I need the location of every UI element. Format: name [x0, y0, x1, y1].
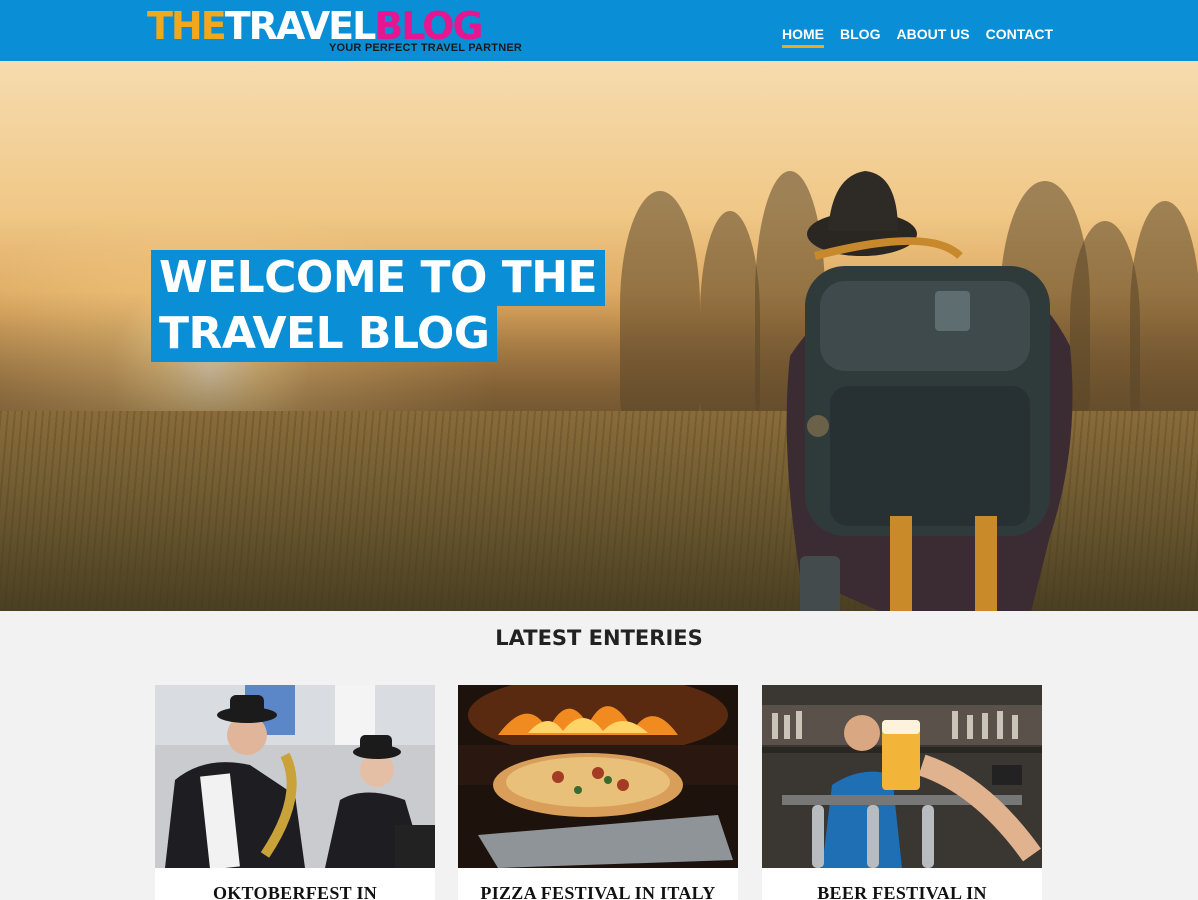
pizza-oven-image	[458, 685, 738, 868]
site-header: THETRAVELBLOG YOUR PERFECT TRAVEL PARTNE…	[0, 0, 1198, 61]
site-logo[interactable]: THETRAVELBLOG YOUR PERFECT TRAVEL PARTNE…	[147, 4, 527, 58]
nav-contact[interactable]: CONTACT	[986, 26, 1053, 48]
entry-card-beer-festival[interactable]: BEER FESTIVAL IN	[762, 685, 1042, 900]
oktoberfest-band-image	[155, 685, 435, 868]
hero-banner: WELCOME TO THE TRAVEL BLOG	[0, 61, 1198, 611]
traveler-with-backpack-image	[786, 171, 1073, 611]
entry-card-title[interactable]: OKTOBERFEST IN	[155, 883, 435, 900]
bartender-beer-image	[762, 685, 1042, 868]
hero-title-line1: WELCOME TO THE	[151, 250, 606, 306]
entry-card-title[interactable]: BEER FESTIVAL IN	[762, 883, 1042, 900]
hero-tree	[1130, 201, 1198, 421]
hero-tree	[620, 191, 700, 421]
logo-tagline: YOUR PERFECT TRAVEL PARTNER	[329, 42, 523, 54]
logo-the: THE	[147, 4, 227, 48]
hero-tree	[700, 211, 760, 421]
nav-home[interactable]: HOME	[782, 26, 825, 48]
nav-about-us[interactable]: ABOUT US	[896, 26, 969, 48]
hero-title-line2: TRAVEL BLOG	[151, 306, 498, 362]
entry-card-pizza-festival[interactable]: PIZZA FESTIVAL IN ITALY	[458, 685, 738, 900]
main-nav: HOME BLOG ABOUT US CONTACT	[782, 26, 1053, 48]
entry-card-oktoberfest[interactable]: OKTOBERFEST IN	[155, 685, 435, 900]
latest-entries-heading: LATEST ENTERIES	[495, 626, 703, 650]
hero-title: WELCOME TO THE TRAVEL BLOG	[151, 250, 606, 362]
nav-blog[interactable]: BLOG	[840, 26, 880, 48]
entry-card-title[interactable]: PIZZA FESTIVAL IN ITALY	[458, 883, 738, 900]
